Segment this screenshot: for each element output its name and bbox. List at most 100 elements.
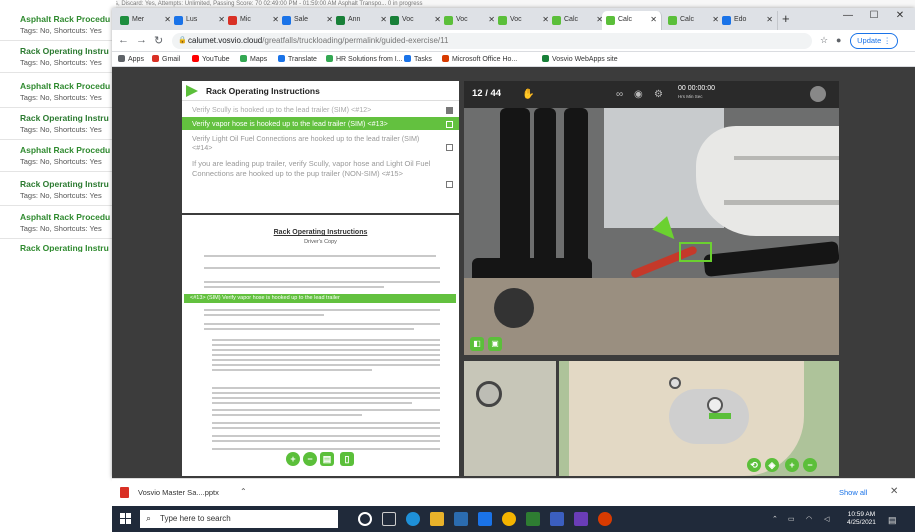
browser-tab[interactable]: Mic ✕ [224,11,284,30]
settings-icon[interactable]: ⚙ [654,89,663,100]
edge-icon[interactable] [406,512,420,526]
maximize-button[interactable]: ☐ [862,10,886,21]
tray-chevron-up-icon[interactable]: ⌃ [772,515,778,523]
browser-tab[interactable]: Voc ✕ [440,11,500,30]
current-location-icon[interactable] [707,397,723,413]
browser-tab[interactable]: Calc ✕ [548,11,608,30]
close-tab-icon[interactable]: ✕ [766,15,773,24]
list-item[interactable]: Asphalt Rack Procedu Tags: No, Shortcuts… [0,140,116,172]
map-marker-icon[interactable] [669,377,681,389]
battery-icon[interactable]: ▭ [788,515,795,523]
wifi-icon[interactable]: ◠ [806,515,812,523]
page-icon[interactable]: ▯ [340,452,354,466]
tab-strip: Mer ✕ Lus ✕ Mic ✕ Sale ✕ Ann ✕ Voc ✕ Voc ✕ Voc ✕… [112,8,915,30]
browser-tab[interactable]: Edo ✕ [718,11,778,30]
excel-icon[interactable] [526,512,540,526]
browser-tab[interactable]: Calc ✕ [664,11,724,30]
checklist-item-current[interactable]: Verify vapor hose is hooked up to the le… [182,117,459,130]
checkbox[interactable] [446,107,453,114]
list-item[interactable]: Rack Operating Instru Tags: No, Shortcut… [0,41,116,73]
browser-tab-active[interactable]: Calc ✕ [602,11,662,30]
bookmark-vosvio-webapps[interactable]: Vosvio WebApps site [542,55,618,63]
file-explorer-icon[interactable] [430,512,444,526]
layers-icon[interactable]: ◈ [765,458,779,472]
bookmark-microsoft-office[interactable]: Microsoft Office Ho... [442,55,517,63]
camera-icon[interactable]: ◉ [634,89,643,100]
cortana-icon[interactable] [358,512,372,526]
checkbox[interactable] [446,144,453,151]
browser-tab[interactable]: Voc ✕ [386,11,446,30]
reload-icon[interactable]: ↻ [154,34,163,47]
browser-tab[interactable]: Sale ✕ [278,11,338,30]
browser-tab[interactable]: Mer ✕ [116,11,176,30]
lock-icon: 🔒 [178,37,187,44]
bookmark-tasks[interactable]: Tasks [404,55,432,63]
hand-tool-icon[interactable]: ✋ [522,89,534,100]
address-bar[interactable]: 🔒 calumet.vosvio.cloud/greatfalls/truckl… [172,33,812,49]
taskbar-search-box[interactable]: ⌕ Type here to search [140,510,338,528]
browser-tab[interactable]: Ann ✕ [332,11,392,30]
map-zoom-out-button[interactable]: − [803,458,817,472]
list-item[interactable]: Asphalt Rack Procedu Tags: No, Shortcuts… [0,76,116,108]
back-icon[interactable]: ← [118,34,129,46]
download-file-name[interactable]: Vosvio Master Sa....pptx [138,488,219,497]
minimize-button[interactable]: — [836,10,860,21]
list-item[interactable]: Rack Operating Instru Tags: No, Shortcut… [0,174,116,206]
vapor-hose-target-highlight[interactable] [679,242,712,262]
chevron-up-icon[interactable]: ⌃ [240,487,247,496]
reset-view-icon[interactable]: ⟲ [747,458,761,472]
mail-icon[interactable] [478,512,492,526]
bookmark-youtube[interactable]: YouTube [192,55,230,63]
checkbox[interactable] [446,121,453,128]
complete-check-icon[interactable] [810,86,826,102]
site-map[interactable]: ⟲ ◈ + − [559,361,839,476]
binoculars-icon[interactable]: ∞ [616,89,623,100]
checklist-item[interactable]: If you are leading pup trailer, verify S… [182,157,459,201]
windows-start-icon[interactable] [120,513,132,525]
update-button[interactable]: Update ⋮ [850,33,898,49]
driver-document: Rack Operating Instructions Driver's Cop… [182,213,459,476]
document-icon[interactable]: ▤ [320,452,334,466]
panorama-icon[interactable]: ▣ [488,337,502,351]
profile-avatar-icon[interactable]: ● [836,35,841,45]
camera-view-icon[interactable]: ◧ [470,337,484,351]
browser-tab[interactable]: Voc ✕ [494,11,554,30]
show-all-downloads-link[interactable]: Show all [839,488,867,497]
teams-icon[interactable] [574,512,588,526]
task-view-icon[interactable] [382,512,396,526]
bookmark-translate[interactable]: Translate [278,55,317,63]
bookmark-hr-solutions[interactable]: HR Solutions from I... [326,55,403,63]
zoom-out-button[interactable]: − [303,452,317,466]
mini-map[interactable] [464,361,556,476]
volume-icon[interactable]: ◁ [824,515,829,523]
list-item[interactable]: Asphalt Rack Procedu Tags: No, Shortcuts… [0,9,116,41]
notifications-icon[interactable]: ▤ [888,515,897,526]
new-tab-button[interactable]: + [782,12,790,26]
bookmark-star-icon[interactable]: ☆ [820,35,828,46]
checkbox[interactable] [446,181,453,188]
location-ring-icon [476,381,502,407]
store-icon[interactable] [454,512,468,526]
bookmark-maps[interactable]: Maps [240,55,267,63]
zoom-in-button[interactable]: + [286,452,300,466]
chrome-icon[interactable] [502,512,516,526]
list-item[interactable]: Asphalt Rack Procedu Tags: No, Shortcuts… [0,207,116,239]
close-tab-icon[interactable]: ✕ [650,15,657,24]
forward-icon[interactable]: → [136,34,147,46]
bookmark-gmail[interactable]: Gmail [152,55,180,63]
list-item[interactable]: Rack Operating Instru [0,240,116,252]
close-window-button[interactable]: ✕ [888,10,912,21]
bookmark-apps[interactable]: Apps [118,55,144,63]
scene-photo-view[interactable]: ◧ ▣ [464,108,839,355]
taskbar-clock[interactable]: 10:59 AM 4/25/2021 [847,511,876,527]
close-downloads-icon[interactable]: ✕ [890,486,898,497]
checklist-item[interactable]: Verify Light Oil Fuel Connections are ho… [182,132,459,154]
powerpoint-icon[interactable] [598,512,612,526]
search-icon: ⌕ [146,513,152,523]
map-zoom-in-button[interactable]: + [785,458,799,472]
tab-label: Mer [132,16,145,23]
list-item[interactable]: Rack Operating Instru Tags: No, Shortcut… [0,108,116,140]
word-icon[interactable] [550,512,564,526]
checklist-item[interactable]: Verify Scully is hooked up to the lead t… [182,103,459,117]
browser-tab[interactable]: Lus ✕ [170,11,230,30]
